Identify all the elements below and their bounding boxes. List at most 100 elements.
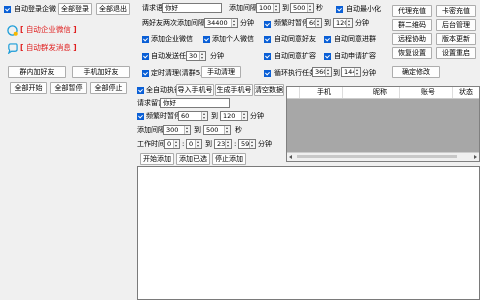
manual-clean-button[interactable]: 手动清理 (201, 66, 241, 78)
horizontal-scrollbar[interactable] (287, 152, 479, 161)
work-min-to-input[interactable]: 59 (238, 139, 256, 149)
login-all-button[interactable]: 全部登录 (58, 3, 92, 15)
hour-separator: : (234, 140, 237, 148)
phone-pause-to-input[interactable]: 120 (220, 111, 248, 121)
add-personal-wechat-checkbox[interactable] (203, 36, 210, 43)
minute-label: 分钟 (362, 69, 376, 77)
chat-bubble-logo-icon (7, 43, 18, 54)
loop-task-label: 循环执行任务 (274, 69, 316, 77)
confirm-modify-button[interactable]: 确定修改 (392, 66, 440, 78)
banner-group: [ 自动群发消息 ] (20, 43, 77, 52)
minute-label: 分钟 (210, 52, 224, 60)
column-header-status[interactable]: 状态 (459, 88, 473, 97)
stop-add-button[interactable]: 停止添加 (212, 153, 246, 165)
start-all-button[interactable]: 全部开始 (10, 82, 47, 94)
add-wechat-friend-label: 添加企业微信 (151, 35, 193, 43)
column-divider (399, 87, 400, 98)
to-label: 到 (333, 69, 340, 77)
phone-pause-from-input[interactable]: 60 (178, 111, 208, 121)
two-friends-interval-input[interactable]: 34400 (204, 18, 238, 28)
backend-admin-button[interactable]: 后台管理 (436, 19, 476, 31)
pause-frequent-checkbox[interactable] (264, 21, 271, 28)
request-msg-input[interactable]: 你好 (160, 98, 230, 108)
version-update-button[interactable]: 版本更新 (436, 33, 476, 45)
to-label: 到 (282, 4, 289, 12)
add-personal-wechat-label: 添加个人微信 (212, 35, 254, 43)
recover-settings-button[interactable]: 恢复设置 (392, 47, 432, 59)
exit-all-button[interactable]: 全部退出 (96, 3, 130, 15)
minute-label: 分钟 (355, 19, 369, 27)
add-selected-button[interactable]: 添加已选 (176, 153, 210, 165)
auto-agree-friend-checkbox[interactable] (264, 36, 271, 43)
auto-agree-expand-checkbox[interactable] (264, 53, 271, 60)
scroll-right-arrow-icon[interactable] (474, 155, 477, 159)
send-task-input[interactable]: 30 (186, 51, 206, 61)
banner-wechat: [ 自动企业微信 ] (20, 25, 77, 34)
phone-table[interactable]: 手机 昵称 账号 状态 (286, 86, 480, 162)
pause-all-button[interactable]: 全部暂停 (50, 82, 87, 94)
clear-data-button[interactable]: 清空数据 (254, 84, 284, 96)
phone-pause-label: 频繁时暂停 (146, 112, 181, 120)
remote-assist-button[interactable]: 远程协助 (392, 33, 432, 45)
greeting-input[interactable]: 你好 (162, 3, 222, 13)
scheduled-clean-checkbox[interactable] (142, 70, 149, 77)
log-textarea[interactable] (137, 166, 480, 300)
auto-minimize-label: 自动最小化 (346, 5, 381, 13)
column-header-nickname[interactable]: 昵称 (373, 88, 387, 97)
minute-label: 分钟 (258, 140, 272, 148)
loop-task-checkbox[interactable] (264, 70, 271, 77)
scroll-left-arrow-icon[interactable] (289, 155, 292, 159)
two-friends-interval-label: 两好友两次添加间隔: (142, 19, 208, 27)
phone-add-friend-button[interactable]: 手机加好友 (72, 66, 130, 78)
column-divider (299, 87, 300, 98)
card-recharge-button[interactable]: 卡密充值 (436, 5, 476, 17)
column-header-phone[interactable]: 手机 (317, 88, 331, 97)
in-group-add-friend-button[interactable]: 群内加好友 (8, 66, 66, 78)
auto-agree-group-label: 自动同意进群 (334, 35, 376, 43)
to-label: 到 (205, 140, 212, 148)
column-header-account[interactable]: 账号 (421, 88, 435, 97)
auto-minimize-checkbox[interactable] (336, 6, 343, 13)
add-wechat-friend-checkbox[interactable] (142, 36, 149, 43)
loop-to-input[interactable]: 1440 (341, 67, 361, 77)
to-label: 到 (211, 112, 218, 120)
import-phone-button[interactable]: 导入手机号 (176, 84, 214, 96)
start-add-button[interactable]: 开始添加 (140, 153, 174, 165)
sec-label: 秒 (235, 126, 242, 134)
auto-agree-group-checkbox[interactable] (324, 36, 331, 43)
column-divider (342, 87, 343, 98)
auto-agree-friend-label: 自动同意好友 (274, 35, 316, 43)
phone-add-interval-to-input[interactable]: 500 (203, 125, 231, 135)
table-header: 手机 昵称 账号 状态 (287, 87, 479, 99)
minute-label: 分钟 (240, 19, 254, 27)
generate-phone-button[interactable]: 生成手机号 (215, 84, 253, 96)
scroll-thumb[interactable] (297, 155, 457, 158)
to-label: 到 (324, 19, 331, 27)
pause-from-input[interactable]: 60 (306, 18, 322, 28)
stop-all-button[interactable]: 全部停止 (90, 82, 127, 94)
settings-restart-button[interactable]: 设置重启 (436, 47, 476, 59)
pause-to-input[interactable]: 120 (333, 18, 353, 28)
to-label: 到 (194, 126, 201, 134)
auto-agree-expand-label: 自动同意扩容 (274, 52, 316, 60)
auto-apply-expand-label: 自动申请扩容 (334, 52, 376, 60)
work-hour-to-input[interactable]: 23 (214, 139, 232, 149)
hour-separator: : (182, 140, 185, 148)
phone-pause-checkbox[interactable] (137, 113, 144, 120)
all-auto-checkbox[interactable] (137, 87, 144, 94)
minute-label: 分钟 (250, 112, 264, 120)
add-interval-label: 添加间隔: (229, 4, 260, 12)
phone-add-interval-from-input[interactable]: 300 (163, 125, 191, 135)
auto-send-task-checkbox[interactable] (142, 53, 149, 60)
loop-from-input[interactable]: 360 (312, 67, 332, 77)
proxy-recharge-button[interactable]: 代理充值 (392, 5, 432, 17)
auto-login-label: 自动登录企微 (14, 5, 56, 13)
add-interval-from-input[interactable]: 100 (256, 3, 280, 13)
add-interval-to-input[interactable]: 500 (290, 3, 314, 13)
work-hour-from-input[interactable]: 0 (164, 139, 180, 149)
pause-frequent-label: 频繁时暂停 (274, 19, 309, 27)
work-min-from-input[interactable]: 0 (186, 139, 202, 149)
auto-login-checkbox[interactable] (4, 6, 11, 13)
group-qrcode-button[interactable]: 群二维码 (392, 19, 432, 31)
auto-apply-expand-checkbox[interactable] (324, 53, 331, 60)
